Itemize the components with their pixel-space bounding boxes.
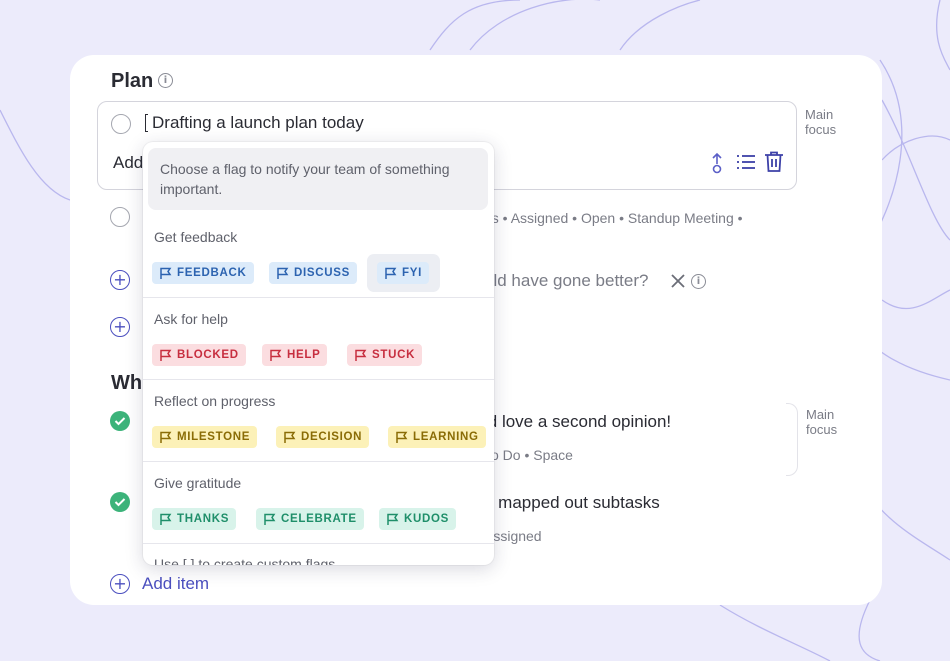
flag-icon: [355, 349, 367, 361]
section-title-feedback: Get feedback: [154, 229, 238, 245]
divider: [143, 297, 494, 298]
flag-label: KUDOS: [404, 513, 450, 525]
info-icon[interactable]: i: [158, 73, 173, 88]
flag-chip-help[interactable]: HELP: [262, 344, 328, 366]
section-title-help: Ask for help: [154, 311, 228, 327]
task-checkbox[interactable]: [110, 207, 130, 227]
flag-icon: [270, 349, 282, 361]
flag-chip-feedback[interactable]: FEEDBACK: [152, 262, 254, 284]
flag-label: LEARNING: [413, 431, 479, 443]
flag-chip-decision[interactable]: DECISION: [276, 426, 370, 448]
divider: [143, 461, 494, 462]
flag-icon: [160, 513, 172, 525]
plus-circle-icon[interactable]: +: [110, 317, 130, 337]
flag-label: DECISION: [301, 431, 363, 443]
flag-icon: [160, 267, 172, 279]
flag-label: FYI: [402, 267, 422, 279]
flag-chip-milestone[interactable]: MILESTONE: [152, 426, 258, 448]
flag-label: BLOCKED: [177, 349, 239, 361]
flag-chip-celebrate[interactable]: CELEBRATE: [256, 508, 364, 530]
item-text[interactable]: d mapped out subtasks: [484, 493, 660, 513]
task-title-input[interactable]: Drafting a launch plan today: [152, 113, 364, 133]
section-title-reflect: Reflect on progress: [154, 393, 276, 409]
plus-circle-icon[interactable]: +: [110, 574, 130, 594]
section-title-gratitude: Give gratitude: [154, 475, 242, 491]
list-icon[interactable]: [736, 153, 756, 171]
flag-icon: [396, 431, 408, 443]
main-focus-label: Main focus: [805, 107, 837, 137]
flag-icon: [160, 431, 172, 443]
check-circle-icon[interactable]: [110, 411, 130, 431]
flag-chip-learning[interactable]: LEARNING: [388, 426, 486, 448]
divider: [143, 543, 494, 544]
flag-label: DISCUSS: [294, 267, 351, 279]
flag-icon: [160, 349, 172, 361]
flag-icon: [284, 431, 296, 443]
plus-circle-icon[interactable]: +: [110, 270, 130, 290]
add-subtask-input[interactable]: Add: [113, 153, 143, 173]
info-icon[interactable]: i: [691, 274, 706, 289]
trash-icon[interactable]: [764, 151, 784, 173]
plan-heading: Plan: [111, 70, 154, 92]
flag-label: HELP: [287, 349, 321, 361]
flag-label: CELEBRATE: [281, 513, 357, 525]
text-caret: [145, 114, 148, 132]
flag-label: STUCK: [372, 349, 416, 361]
flag-icon: [264, 513, 276, 525]
move-icon[interactable]: [709, 152, 725, 174]
flag-icon: [385, 267, 397, 279]
item-box-edge: [786, 403, 798, 476]
flag-chip-fyi[interactable]: FYI: [377, 262, 429, 284]
add-item-button[interactable]: Add item: [142, 574, 209, 594]
section-heading: Wh: [111, 372, 143, 394]
flag-chip-kudos[interactable]: KUDOS: [379, 508, 457, 530]
divider: [143, 379, 494, 380]
flag-label: MILESTONE: [177, 431, 251, 443]
task-checkbox[interactable]: [111, 114, 131, 134]
item-meta: To Do • Space: [484, 447, 573, 463]
check-circle-icon[interactable]: [110, 492, 130, 512]
flag-label: FEEDBACK: [177, 267, 247, 279]
question-text: uld have gone better?: [484, 271, 649, 290]
flag-hint: Choose a flag to notify your team of som…: [148, 148, 488, 210]
flag-chip-blocked[interactable]: BLOCKED: [152, 344, 246, 366]
flag-dropdown: Choose a flag to notify your team of som…: [143, 142, 494, 565]
main-focus-label: Main focus: [806, 407, 838, 437]
flag-icon: [277, 267, 289, 279]
flag-label: THANKS: [177, 513, 230, 525]
task-meta: ns • Assigned • Open • Standup Meeting •: [484, 210, 743, 226]
custom-flag-hint: Use [ ] to create custom flags: [154, 556, 336, 565]
flag-chip-discuss[interactable]: DISCUSS: [269, 262, 358, 284]
flag-chip-stuck[interactable]: STUCK: [347, 344, 423, 366]
item-text[interactable]: ld love a second opinion!: [484, 412, 671, 432]
close-icon[interactable]: [670, 273, 686, 289]
flag-icon: [387, 513, 399, 525]
flag-chip-thanks[interactable]: THANKS: [152, 508, 237, 530]
